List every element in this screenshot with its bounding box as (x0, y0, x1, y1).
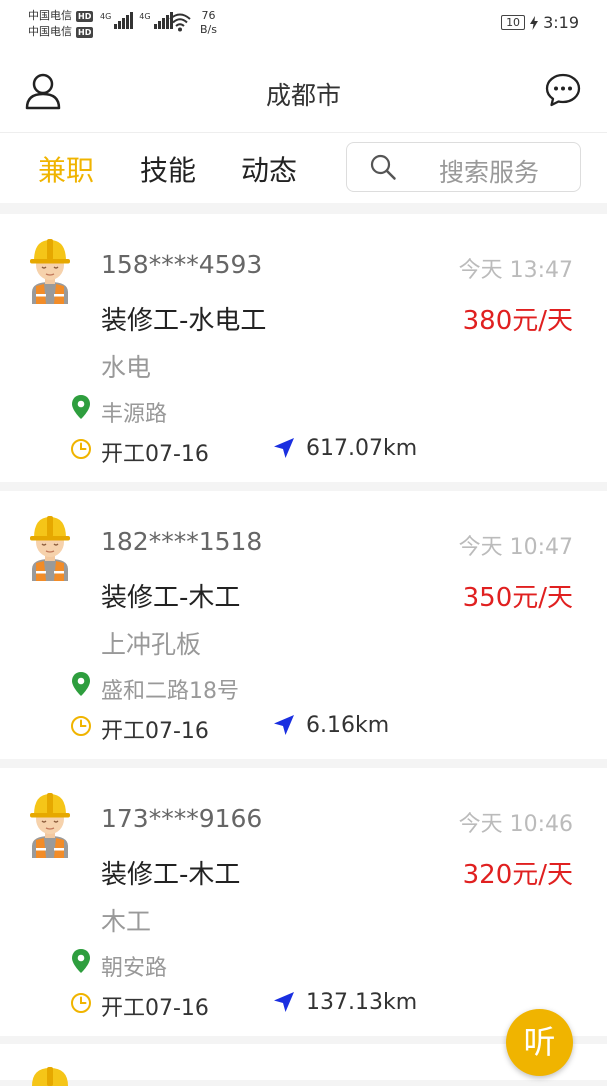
post-time: 今天 10:47 (458, 535, 573, 560)
job-location: 盛和二路18号 (101, 679, 239, 704)
tab-part-time[interactable]: 兼职 (38, 149, 94, 189)
job-card[interactable]: 158****4593 今天 13:47 装修工-水电工 380元/天 水电 丰… (0, 214, 607, 482)
job-location: 朝安路 (101, 956, 168, 981)
start-date: 开工07-16 (101, 719, 209, 744)
job-price: 380元/天 (462, 306, 573, 336)
carrier-1-label: 中国电信 (28, 9, 72, 22)
signal-1-icon: 4G (100, 12, 134, 29)
post-time: 今天 10:46 (458, 812, 573, 837)
job-description: 上冲孔板 (101, 630, 202, 659)
signal-icons: 4G 4G (100, 12, 173, 29)
start-date: 开工07-16 (101, 996, 209, 1021)
clock-icon (71, 716, 91, 736)
navigation-arrow-icon (274, 992, 294, 1012)
clock-icon (71, 439, 91, 459)
search-placeholder: 搜索服务 (439, 158, 540, 187)
message-icon[interactable] (545, 72, 581, 108)
search-box[interactable]: 搜索服务 (346, 142, 581, 192)
post-time: 今天 13:47 (458, 258, 573, 283)
search-icon (370, 154, 396, 180)
location-pin-icon (72, 949, 90, 973)
battery-indicator: 10 (501, 15, 526, 30)
hd-badge: HD (76, 26, 94, 38)
job-price: 320元/天 (462, 860, 573, 890)
navigation-arrow-icon (274, 715, 294, 735)
worker-avatar-icon (30, 793, 70, 858)
poster-phone: 173****9166 (101, 804, 263, 833)
tab-feed[interactable]: 动态 (241, 149, 297, 189)
poster-phone: 158****4593 (101, 250, 263, 279)
city-title[interactable]: 成都市 (0, 76, 607, 112)
carrier-2-label: 中国电信 (28, 25, 72, 38)
job-title: 装修工-水电工 (101, 306, 267, 336)
clock-icon (71, 993, 91, 1013)
poster-phone: 182****1518 (101, 527, 263, 556)
job-title: 装修工-木工 (101, 860, 241, 890)
job-description: 水电 (101, 353, 152, 382)
navigation-arrow-icon (274, 438, 294, 458)
start-date: 开工07-16 (101, 442, 209, 467)
job-card[interactable]: 182****1518 今天 10:47 装修工-木工 350元/天 上冲孔板 … (0, 491, 607, 759)
job-title: 装修工-木工 (101, 583, 241, 613)
listen-button[interactable]: 听 (506, 1009, 573, 1076)
status-bar: 中国电信 HD 中国电信 HD 4G 4G 76 B/s 10 3:19 (0, 0, 607, 50)
tab-skills[interactable]: 技能 (140, 149, 196, 189)
status-clock: 3:19 (543, 13, 579, 32)
network-speed: 76 B/s (200, 9, 217, 36)
app-header: 成都市 (0, 50, 607, 133)
job-description: 木工 (101, 907, 152, 936)
job-distance: 137.13km (306, 990, 418, 1015)
charging-icon (530, 15, 539, 30)
worker-avatar-icon (30, 516, 70, 581)
job-location: 丰源路 (101, 402, 168, 427)
job-distance: 6.16km (306, 713, 390, 738)
job-price: 350元/天 (462, 583, 573, 613)
carrier-info: 中国电信 HD 中国电信 HD (28, 8, 94, 40)
job-card[interactable]: 173****9166 今天 10:46 装修工-木工 320元/天 木工 朝安… (0, 768, 607, 1036)
wifi-icon (169, 13, 191, 32)
hd-badge: HD (76, 10, 94, 22)
category-tabs: 兼职 技能 动态 搜索服务 (0, 133, 607, 203)
worker-avatar-icon (32, 1067, 68, 1086)
worker-avatar-icon (30, 239, 70, 304)
location-pin-icon (72, 395, 90, 419)
location-pin-icon (72, 672, 90, 696)
job-distance: 617.07km (306, 436, 418, 461)
